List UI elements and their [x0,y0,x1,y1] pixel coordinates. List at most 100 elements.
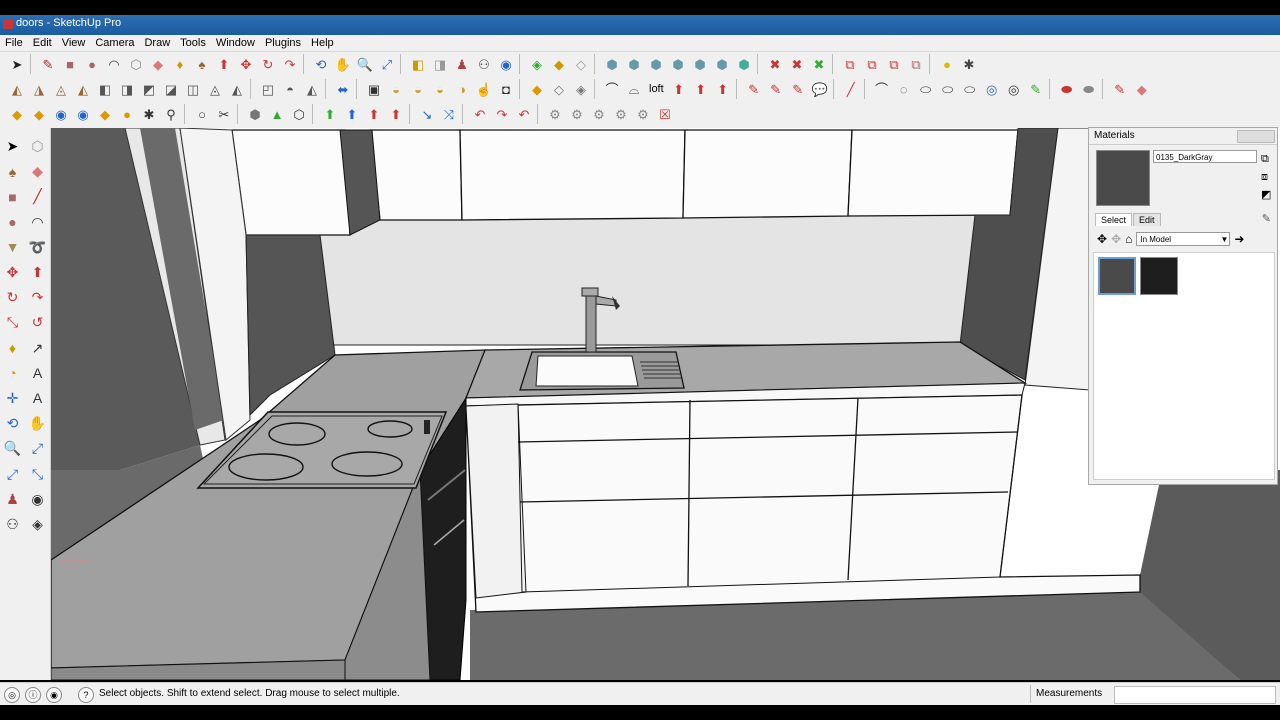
zoom-left-icon[interactable]: 🔍 [0,436,25,461]
split-icon[interactable]: ⧉ [905,53,927,75]
shape-c-icon[interactable]: ⬡ [288,103,310,125]
gear-b-icon[interactable]: ⚙ [566,103,588,125]
default-material-icon[interactable]: ◩ [1261,186,1275,204]
axes-e-icon[interactable]: ↘ [416,103,438,125]
look-around-icon[interactable]: ◉ [495,53,517,75]
drape-icon[interactable]: ◧ [94,78,116,100]
tape-measure-icon[interactable]: ♦ [169,53,191,75]
select-icon[interactable]: ➤ [0,134,25,159]
menu-view[interactable]: View [57,35,91,51]
joint-push-pull-a-icon[interactable]: ⬆ [668,78,690,100]
curve-a-icon[interactable]: ⌒ [601,78,623,100]
round-corner-f-icon[interactable]: ◎ [981,78,1003,100]
joint-push-pull-c-icon[interactable]: ⬆ [712,78,734,100]
rotate-a-icon[interactable]: ↶ [469,103,491,125]
follow-me-icon[interactable]: ↷ [279,53,301,75]
rotate-c-icon[interactable]: ↶ [513,103,535,125]
walk-icon[interactable]: ⚇ [473,53,495,75]
wireframe-style-icon[interactable]: ⬢ [645,53,667,75]
zoom-icon[interactable]: 🔍 [354,53,376,75]
circle-tool-icon[interactable]: ● [81,53,103,75]
position-camera-icon[interactable]: ♟ [451,53,473,75]
eraser-tool-icon[interactable]: ◆ [147,53,169,75]
eraser-icon[interactable]: ◆ [25,159,50,184]
pan-icon[interactable]: ✋ [332,53,354,75]
bread-shape-a-icon[interactable]: ◒ [385,78,407,100]
xray-style-icon[interactable]: ⬢ [601,53,623,75]
sample-paint-icon[interactable]: ✎ [1262,212,1271,225]
rotate-b-icon[interactable]: ↷ [491,103,513,125]
menu-file[interactable]: File [0,35,28,51]
smooth-icon[interactable]: ○ [191,103,213,125]
plugin-c-icon[interactable]: ◬ [204,78,226,100]
orbit-left-icon[interactable]: ⟲ [0,411,25,436]
paint-bucket-icon[interactable]: ♠ [191,53,213,75]
home-icon[interactable]: ⌂ [1125,232,1132,246]
material-name-field[interactable]: 0135_DarkGray [1153,150,1257,163]
follow-me-left-icon[interactable]: ↷ [25,285,50,310]
photo-texture-icon[interactable]: ▣ [363,78,385,100]
zoom-extents-icon[interactable]: ⤢ [376,53,398,75]
curve-b-icon[interactable]: ⌓ [623,78,645,100]
box-component-icon[interactable]: ◆ [526,78,548,100]
line-icon[interactable]: ╱ [25,184,50,209]
curviloft-icon[interactable]: ⬬ [1078,78,1100,100]
menu-edit[interactable]: Edit [28,35,57,51]
round-corner-g-icon[interactable]: ◎ [1003,78,1025,100]
menu-help[interactable]: Help [306,35,339,51]
plugin-d-icon[interactable]: ◭ [226,78,248,100]
credits-status-icon[interactable]: ⓘ [25,687,41,703]
menu-camera[interactable]: Camera [90,35,139,51]
offset-icon[interactable]: ↺ [25,310,50,335]
stamp-icon[interactable]: ◭ [72,78,94,100]
styles-icon[interactable]: ◉ [50,103,72,125]
bread-shape-d-icon[interactable]: ◑ [451,78,473,100]
section-plane-icon[interactable]: ◰ [257,78,279,100]
share-model-icon[interactable]: ◆ [548,53,570,75]
3d-warehouse-icon[interactable]: ◈ [526,53,548,75]
fredo-c-icon[interactable]: ✎ [787,78,809,100]
outliner-icon[interactable]: ◆ [94,103,116,125]
shaded-style-icon[interactable]: ⬢ [689,53,711,75]
back-edges-style-icon[interactable]: ⬢ [623,53,645,75]
scenes-icon[interactable]: ● [116,103,138,125]
current-material-swatch[interactable] [1096,150,1150,206]
component-icon[interactable]: ⬡ [25,134,50,159]
orbit-icon[interactable]: ⟲ [310,53,332,75]
circle-icon[interactable]: ● [0,210,25,235]
rectangle-tool-icon[interactable]: ■ [59,53,81,75]
bread-shape-c-icon[interactable]: ◒ [429,78,451,100]
components-icon[interactable]: ◆ [6,103,28,125]
extension-warehouse-icon[interactable]: ◇ [570,53,592,75]
look-around-left-icon[interactable]: ◉ [25,487,50,512]
smoove-icon[interactable]: ◬ [50,78,72,100]
menu-plugins[interactable]: Plugins [260,35,306,51]
round-corner-a-icon[interactable]: ⌒ [871,78,893,100]
line-red-icon[interactable]: ╱ [840,78,862,100]
push-pull-left-icon[interactable]: ⬆ [25,260,50,285]
material-thumb-black[interactable] [1140,257,1178,295]
gear-c-icon[interactable]: ⚙ [588,103,610,125]
axes-c-icon[interactable]: ⬆ [363,103,385,125]
speech-bubble-icon[interactable]: 💬 [809,78,831,100]
gear-d-icon[interactable]: ⚙ [610,103,632,125]
union-icon[interactable]: ⧉ [839,53,861,75]
materials-panel-header[interactable]: Materials [1089,128,1277,145]
sketchup-app-icon[interactable] [3,19,13,29]
polygon-icon[interactable]: ▼ [0,235,25,260]
move-icon[interactable]: ✥ [0,260,25,285]
pen-icon[interactable]: ✎ [1109,78,1131,100]
display-section-icon[interactable]: ◭ [301,78,323,100]
material-thumb-darkgray[interactable] [1098,257,1136,295]
subtract-icon[interactable]: ⧉ [861,53,883,75]
gear-a-icon[interactable]: ⚙ [544,103,566,125]
3d-text-icon[interactable]: A [25,386,50,411]
collection-select[interactable]: In Model ▼ [1136,232,1231,246]
settings-tools-icon[interactable]: ✱ [958,53,980,75]
zoom-window-icon[interactable]: ⤢ [25,436,50,461]
flip-edge-icon[interactable]: ◩ [138,78,160,100]
fredo-b-icon[interactable]: ✎ [765,78,787,100]
hidden-line-style-icon[interactable]: ⬢ [667,53,689,75]
solid-tools-icon[interactable]: ✖ [808,53,830,75]
geolocation-status-icon[interactable]: ◎ [4,687,20,703]
